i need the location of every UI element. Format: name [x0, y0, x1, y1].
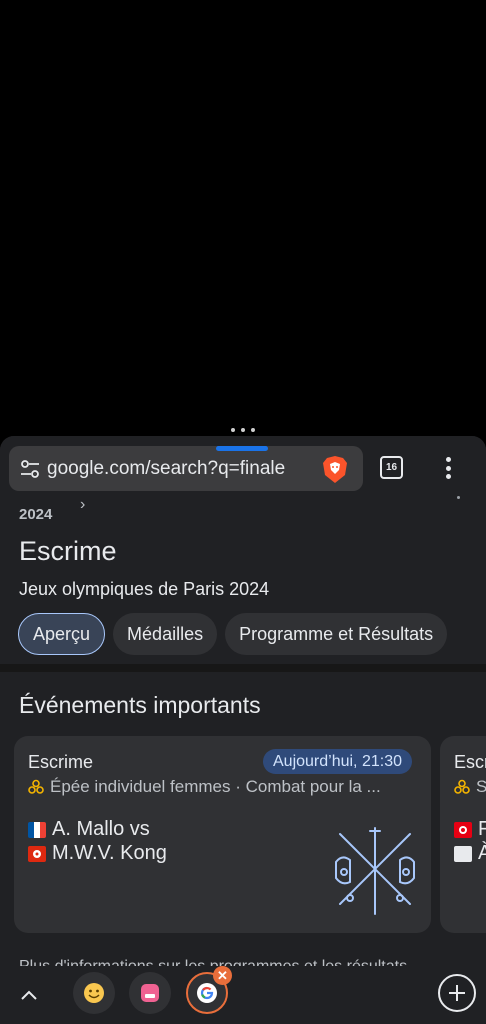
upper-split-screen — [0, 0, 486, 424]
tab-medailles[interactable]: Médailles — [113, 613, 218, 655]
url-text[interactable]: google.com/search?q=finale — [47, 458, 317, 480]
tunisia-flag-icon — [454, 821, 472, 838]
tab-bubble[interactable] — [129, 972, 171, 1014]
card-event-round: Combat pour la ... — [245, 777, 381, 796]
address-bar[interactable]: google.com/search?q=finale — [9, 446, 363, 491]
site-settings-icon[interactable] — [19, 458, 41, 480]
close-icon[interactable]: ✕ — [213, 966, 232, 985]
competitor-2: M.W.V. Kong — [52, 842, 167, 864]
competitor-2: À — [478, 842, 486, 864]
section-divider — [0, 664, 486, 672]
brave-shields-icon[interactable] — [322, 455, 348, 484]
olympic-rings-icon — [28, 779, 44, 794]
new-tab-icon[interactable] — [438, 974, 476, 1012]
card-event-name: Épée individuel femmes — [50, 777, 231, 796]
france-flag-icon — [28, 821, 46, 838]
tab-programme-resultats[interactable]: Programme et Résultats — [225, 613, 448, 655]
card-sport: Escrime — [28, 752, 94, 772]
competitor-1: F — [478, 818, 486, 840]
fencing-pictogram-icon — [335, 827, 415, 915]
breadcrumb-year[interactable]: 2024 — [19, 506, 52, 523]
google-tab-icon — [197, 983, 217, 1003]
dot-icon — [457, 496, 460, 499]
browser-window: google.com/search?q=finale 16 2024 › Esc… — [0, 436, 486, 1024]
event-card[interactable]: Escr S F À — [440, 736, 486, 933]
competitor-1: A. Mallo vs — [52, 818, 150, 840]
competitor-row: À — [454, 842, 486, 865]
card-event-line: S — [454, 777, 486, 797]
card-event-line: Épée individuel femmes · Combat pour la … — [28, 777, 418, 797]
competitor-row: A. Mallo vs — [28, 818, 150, 841]
tab-bar: Aperçu Médailles Programme et Résultats — [18, 613, 448, 655]
bottom-tab-bar: ✕ — [0, 966, 486, 1024]
section-title: Événements importants — [19, 692, 261, 718]
tab-switcher-button[interactable]: 16 — [380, 456, 403, 479]
card-sport: Escr — [454, 752, 486, 772]
olympic-rings-icon — [454, 779, 470, 794]
smile-tab-icon — [84, 983, 104, 1003]
competitor-row: F — [454, 818, 486, 841]
tab-apercu[interactable]: Aperçu — [18, 613, 106, 655]
chevron-right-icon: › — [80, 496, 86, 513]
card-event-name: S — [476, 777, 486, 797]
flag-icon — [454, 845, 472, 862]
event-card[interactable]: Escrime Aujourd’hui, 21:30 Épée individu… — [14, 736, 431, 933]
page-subtitle: Jeux olympiques de Paris 2024 — [19, 579, 270, 599]
drag-handle[interactable] — [216, 446, 268, 451]
tab-bubble[interactable] — [73, 972, 115, 1014]
browser-toolbar: google.com/search?q=finale 16 — [0, 436, 486, 496]
more-info-text[interactable]: Plus d'informations sur les programmes e… — [19, 958, 407, 966]
overflow-menu-icon[interactable] — [436, 454, 460, 482]
time-badge: Aujourd’hui, 21:30 — [263, 749, 412, 774]
split-screen-handle[interactable] — [0, 424, 486, 436]
page-title: Escrime — [19, 536, 117, 566]
hong-kong-flag-icon — [28, 845, 46, 862]
pink-tab-icon — [141, 984, 159, 1002]
search-results: 2024 › Escrime Jeux olympiques de Paris … — [0, 496, 486, 966]
competitor-row: M.W.V. Kong — [28, 842, 167, 865]
expand-up-icon[interactable] — [18, 984, 40, 1006]
